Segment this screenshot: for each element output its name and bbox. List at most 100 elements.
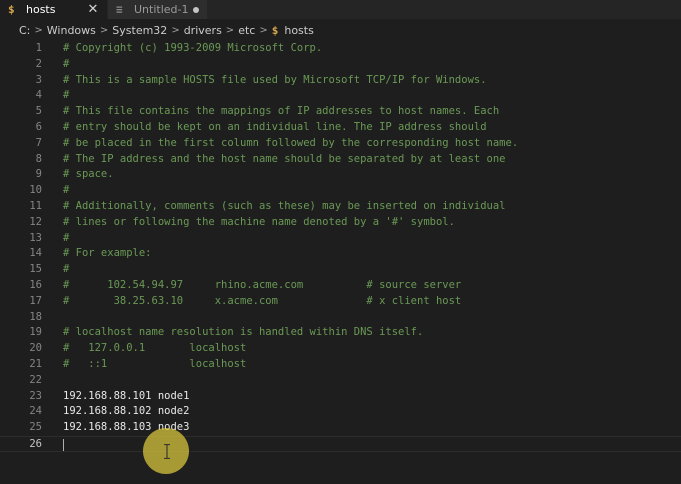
code-line[interactable]: 10 # [0,183,681,199]
line-number: 19 [29,326,42,339]
line-number: 24 [29,405,42,418]
breadcrumb-drivers[interactable]: drivers [184,24,222,37]
line-text: 192.168.88.101 node1 [63,389,190,402]
line-number: 8 [35,152,42,165]
code-editor[interactable]: 1 # Copyright (c) 1993-2009 Microsoft Cor… [0,41,681,484]
unsaved-dot-icon[interactable] [193,6,199,13]
breadcrumb-etc[interactable]: etc [238,24,255,37]
code-line[interactable]: 25 192.168.88.103 node3 [0,420,681,436]
code-line[interactable]: 21 # ::1 localhost [0,357,681,373]
line-text: # For example: [63,247,152,260]
chevron-right-icon: > [34,24,43,36]
code-line[interactable]: 1 # Copyright (c) 1993-2009 Microsoft Cor… [0,41,681,57]
text-file-icon: ≡ [116,3,123,16]
line-number: 13 [29,231,42,244]
line-text: # [63,57,70,70]
line-number: 26 [29,438,42,450]
code-line[interactable]: 8 # The IP address and the host name shou… [0,152,681,168]
line-number: 10 [29,184,42,197]
code-line[interactable]: 19 # localhost name resolution is handled… [0,325,681,341]
code-line[interactable]: 12 # lines or following the machine name … [0,215,681,231]
line-text: # localhost name resolution is handled w… [63,326,424,339]
line-number: 18 [29,310,42,323]
line-text: # ::1 localhost [63,358,247,370]
code-line[interactable]: 13 # [0,231,681,247]
line-text: # 38.25.63.10 x.acme.com # x client host [63,294,462,307]
line-text: # [63,231,70,244]
line-number: 1 [35,42,42,54]
code-line[interactable]: 20 # 127.0.0.1 localhost [0,341,681,357]
tab-label: hosts [26,3,56,16]
code-line[interactable]: 3 # This is a sample HOSTS file used by M… [0,73,681,89]
line-number: 20 [29,342,42,355]
line-number: 17 [29,294,42,307]
code-line[interactable]: 6 # entry should be kept on an individual… [0,120,681,136]
breadcrumb-file[interactable]: hosts [284,24,313,37]
line-number: 15 [29,263,42,276]
chevron-right-icon: > [171,24,180,36]
line-number: 11 [29,200,42,212]
text-caret [63,439,64,451]
line-number: 21 [29,358,42,370]
line-number: 16 [29,279,42,291]
line-number: 4 [35,89,42,102]
code-line[interactable]: 23 192.168.88.101 node1 [0,389,681,405]
breadcrumb-system32[interactable]: System32 [112,24,167,37]
code-line[interactable]: 7 # be placed in the first column followe… [0,136,681,152]
close-icon[interactable]: ✕ [87,2,99,17]
line-text: 192.168.88.102 node2 [63,405,190,418]
tab-bar: $ hosts ✕ ≡ Untitled-1 [0,0,681,19]
line-number: 23 [29,389,42,402]
code-line[interactable]: 15 # [0,262,681,278]
breadcrumb-drive[interactable]: C: [19,24,30,37]
shell-file-icon: $ [8,3,15,16]
chevron-right-icon: > [225,24,235,36]
breadcrumb-windows[interactable]: Windows [47,24,96,37]
code-line[interactable]: 11 # Additionally, comments (such as thes… [0,199,681,215]
line-number: 6 [35,121,42,133]
line-number: 5 [35,105,42,118]
line-number: 14 [29,247,42,260]
line-text: # The IP address and the host name shoul… [63,152,506,165]
code-line[interactable]: 9 # space. [0,167,681,183]
line-text: # Additionally, comments (such as these)… [63,200,506,212]
chevron-right-icon: > [259,24,268,36]
code-line[interactable]: 2 # [0,57,681,73]
code-line[interactable]: 4 # [0,88,681,104]
shell-file-icon: $ [271,23,279,37]
line-text: # [63,184,70,197]
code-line[interactable]: 5 # This file contains the mappings of IP… [0,104,681,120]
line-number: 25 [29,421,42,434]
line-text: # This file contains the mappings of IP … [63,105,500,118]
line-number: 12 [29,215,42,228]
code-line[interactable]: 22 [0,373,681,389]
tab-hosts[interactable]: $ hosts ✕ [0,0,108,19]
line-number: 9 [35,168,42,181]
editor-window: $ hosts ✕ ≡ Untitled-1 C: > Windows > Sy… [0,0,681,484]
line-text: # be placed in the first column followed… [63,136,519,149]
text-cursor-icon [164,444,170,459]
line-text: # 102.54.94.97 rhino.acme.com # source s… [63,279,462,291]
tab-label: Untitled-1 [134,3,189,16]
breadcrumb: C: > Windows > System32 > drivers > etc … [0,19,681,41]
line-number: 7 [35,136,42,149]
line-number: 3 [35,73,42,86]
code-line[interactable]: 14 # For example: [0,246,681,262]
line-number: 2 [35,57,42,70]
line-text: # [63,89,70,102]
line-text: # Copyright (c) 1993-2009 Microsoft Corp… [63,42,323,54]
code-line[interactable]: 17 # 38.25.63.10 x.acme.com # x client ho… [0,294,681,310]
line-text: # This is a sample HOSTS file used by Mi… [63,73,487,86]
tab-untitled-1[interactable]: ≡ Untitled-1 [108,0,208,19]
line-text: # lines or following the machine name de… [63,215,455,228]
line-text: # space. [63,168,114,181]
line-number: 22 [29,373,42,386]
code-line[interactable]: 18 [0,310,681,326]
line-text: # entry should be kept on an individual … [63,121,487,133]
chevron-right-icon: > [99,24,109,36]
line-text: # 127.0.0.1 localhost [63,342,247,355]
code-line[interactable]: 24 192.168.88.102 node2 [0,404,681,420]
line-text: # [63,263,70,276]
code-line[interactable]: 16 # 102.54.94.97 rhino.acme.com # source… [0,278,681,294]
code-line[interactable]: 26 [0,436,681,452]
